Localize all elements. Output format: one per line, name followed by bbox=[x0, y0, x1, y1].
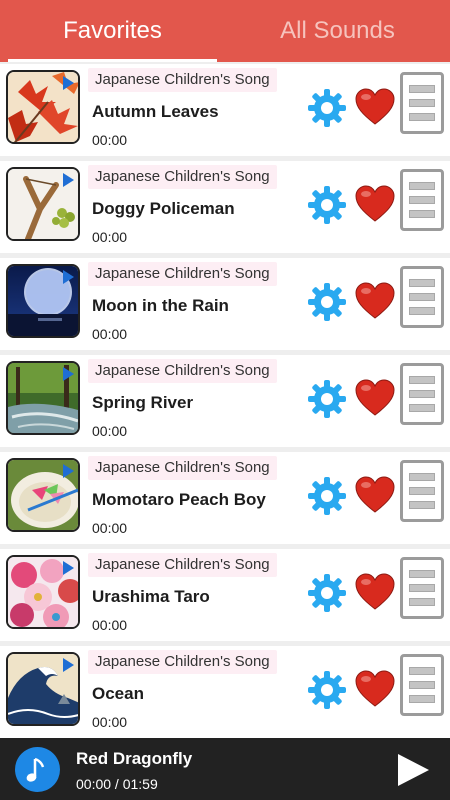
forest-river-image[interactable] bbox=[6, 361, 80, 435]
play-indicator-icon bbox=[63, 76, 74, 90]
song-time: 00:00 bbox=[92, 520, 128, 536]
peach-dessert-image[interactable] bbox=[6, 458, 80, 532]
list-item[interactable]: Japanese Children's Song Ocean 00:00 bbox=[0, 646, 450, 738]
song-title: Moon in the Rain bbox=[92, 296, 229, 315]
play-indicator-icon bbox=[63, 270, 74, 284]
category-tag: Japanese Children's Song bbox=[88, 165, 277, 189]
category-tag: Japanese Children's Song bbox=[88, 262, 277, 286]
play-icon[interactable] bbox=[393, 752, 433, 788]
song-title: Autumn Leaves bbox=[92, 102, 219, 121]
gear-icon[interactable] bbox=[307, 88, 347, 128]
tab-favorites[interactable]: Favorites bbox=[0, 0, 225, 62]
document-icon[interactable] bbox=[400, 169, 444, 231]
gear-icon[interactable] bbox=[307, 573, 347, 613]
document-icon[interactable] bbox=[400, 266, 444, 328]
category-tag: Japanese Children's Song bbox=[88, 68, 277, 92]
colorful-pouches-image[interactable] bbox=[6, 555, 80, 629]
document-icon[interactable] bbox=[400, 460, 444, 522]
category-tag: Japanese Children's Song bbox=[88, 359, 277, 383]
now-playing-bar: Red Dragonfly 00:00 / 01:59 bbox=[0, 738, 450, 800]
song-title: Spring River bbox=[92, 393, 194, 412]
list-item[interactable]: Japanese Children's Song Urashima Taro 0… bbox=[0, 549, 450, 646]
song-time: 00:00 bbox=[92, 617, 128, 633]
tab-all-sounds[interactable]: All Sounds bbox=[225, 0, 450, 62]
song-title: Doggy Policeman bbox=[92, 199, 235, 218]
song-list[interactable]: Japanese Children's Song Autumn Leaves 0… bbox=[0, 62, 450, 738]
heart-icon[interactable] bbox=[354, 571, 396, 613]
document-icon[interactable] bbox=[400, 557, 444, 619]
gear-icon[interactable] bbox=[307, 476, 347, 516]
play-indicator-icon bbox=[63, 658, 74, 672]
category-tag: Japanese Children's Song bbox=[88, 553, 277, 577]
now-playing-title: Red Dragonfly bbox=[76, 749, 193, 768]
tab-bar: Favorites All Sounds bbox=[0, 0, 450, 62]
gear-icon[interactable] bbox=[307, 379, 347, 419]
document-icon[interactable] bbox=[400, 654, 444, 716]
gear-icon[interactable] bbox=[307, 282, 347, 322]
heart-icon[interactable] bbox=[354, 474, 396, 516]
heart-icon[interactable] bbox=[354, 377, 396, 419]
gear-icon[interactable] bbox=[307, 185, 347, 225]
play-indicator-icon bbox=[63, 173, 74, 187]
heart-icon[interactable] bbox=[354, 183, 396, 225]
now-playing-time: 00:00 / 01:59 bbox=[76, 776, 158, 792]
song-time: 00:00 bbox=[92, 326, 128, 342]
song-time: 00:00 bbox=[92, 423, 128, 439]
list-item[interactable]: Japanese Children's Song Doggy Policeman… bbox=[0, 161, 450, 258]
gear-icon[interactable] bbox=[307, 670, 347, 710]
list-item[interactable]: Japanese Children's Song Spring River 00… bbox=[0, 355, 450, 452]
list-item[interactable]: Japanese Children's Song Autumn Leaves 0… bbox=[0, 64, 450, 161]
song-time: 00:00 bbox=[92, 132, 128, 148]
document-icon[interactable] bbox=[400, 72, 444, 134]
great-wave-image[interactable] bbox=[6, 652, 80, 726]
category-tag: Japanese Children's Song bbox=[88, 650, 277, 674]
category-tag: Japanese Children's Song bbox=[88, 456, 277, 480]
play-indicator-icon bbox=[63, 464, 74, 478]
moon-night-image[interactable] bbox=[6, 264, 80, 338]
song-time: 00:00 bbox=[92, 229, 128, 245]
play-indicator-icon bbox=[63, 561, 74, 575]
document-icon[interactable] bbox=[400, 363, 444, 425]
music-note-button[interactable] bbox=[15, 747, 60, 792]
list-item[interactable]: Japanese Children's Song Moon in the Rai… bbox=[0, 258, 450, 355]
autumn-leaves-image[interactable] bbox=[6, 70, 80, 144]
music-note-icon bbox=[26, 757, 44, 782]
slingshot-image[interactable] bbox=[6, 167, 80, 241]
song-title: Urashima Taro bbox=[92, 587, 210, 606]
song-title: Ocean bbox=[92, 684, 144, 703]
list-item[interactable]: Japanese Children's Song Momotaro Peach … bbox=[0, 452, 450, 549]
heart-icon[interactable] bbox=[354, 86, 396, 128]
heart-icon[interactable] bbox=[354, 280, 396, 322]
play-indicator-icon bbox=[63, 367, 74, 381]
song-title: Momotaro Peach Boy bbox=[92, 490, 266, 509]
song-time: 00:00 bbox=[92, 714, 128, 730]
heart-icon[interactable] bbox=[354, 668, 396, 710]
